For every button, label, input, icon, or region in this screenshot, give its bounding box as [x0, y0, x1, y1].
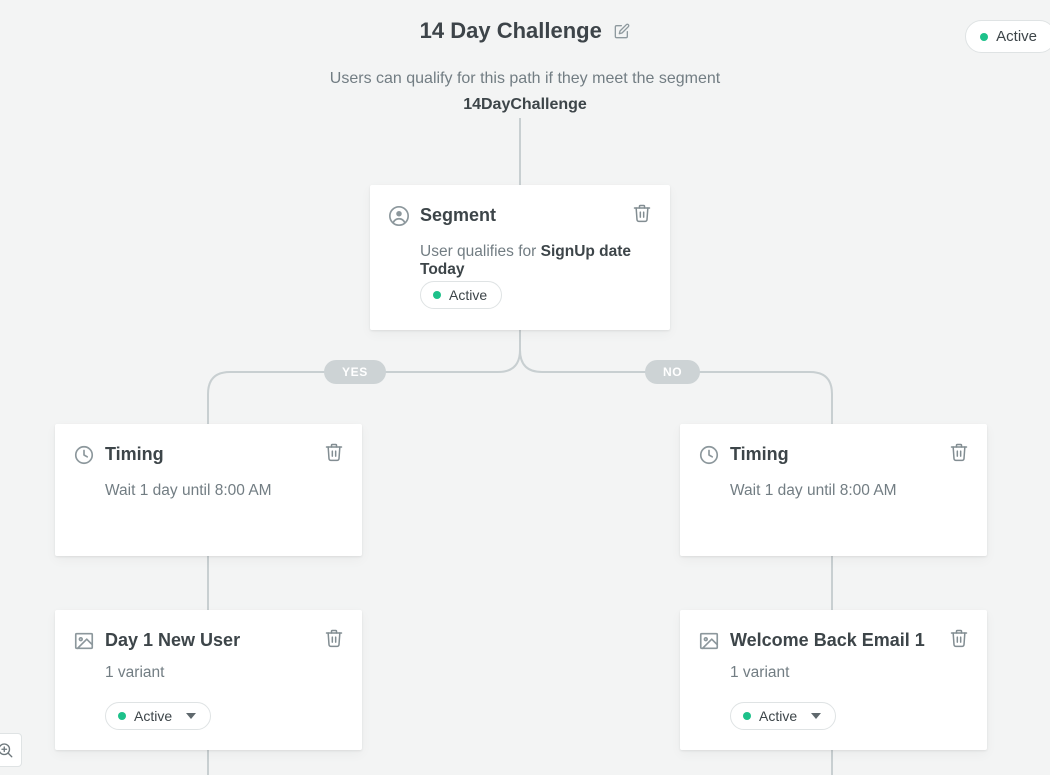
segment-node-description: User qualifies for SignUp date Today: [420, 243, 670, 279]
branch-yes-pill: YES: [324, 360, 386, 384]
delete-email-left-button[interactable]: [324, 628, 344, 648]
zoom-in-button[interactable]: [0, 733, 22, 767]
workflow-status-pill[interactable]: Active: [965, 20, 1050, 53]
email-right-variants: 1 variant: [730, 664, 789, 682]
timing-left-description: Wait 1 day until 8:00 AM: [105, 482, 272, 500]
image-icon: [73, 630, 95, 652]
user-circle-icon: [388, 205, 410, 227]
timing-node-left[interactable]: Timing Wait 1 day until 8:00 AM: [55, 424, 362, 556]
trash-icon: [949, 442, 969, 462]
clock-icon: [73, 444, 95, 466]
edit-title-button[interactable]: [614, 23, 630, 39]
pencil-icon: [614, 23, 630, 39]
timing-node-right[interactable]: Timing Wait 1 day until 8:00 AM: [680, 424, 987, 556]
delete-timing-left-button[interactable]: [324, 442, 344, 462]
caret-down-icon: [811, 711, 821, 721]
subtitle-prefix: Users can qualify for this path if they …: [330, 70, 720, 87]
timing-node-right-title: Timing: [730, 444, 789, 465]
status-dot-icon: [118, 712, 126, 720]
page-title: 14 Day Challenge: [420, 18, 602, 44]
trash-icon: [949, 628, 969, 648]
segment-node[interactable]: Segment User qualifies for SignUp date T…: [370, 185, 670, 330]
email-left-variants: 1 variant: [105, 664, 164, 682]
trash-icon: [632, 203, 652, 223]
delete-email-right-button[interactable]: [949, 628, 969, 648]
email-right-status-chip[interactable]: Active: [730, 702, 836, 730]
segment-node-title: Segment: [420, 205, 496, 226]
caret-down-icon: [186, 711, 196, 721]
email-left-status-chip[interactable]: Active: [105, 702, 211, 730]
delete-segment-button[interactable]: [632, 203, 652, 223]
workflow-status-label: Active: [996, 28, 1037, 45]
timing-right-description: Wait 1 day until 8:00 AM: [730, 482, 897, 500]
zoom-in-icon: [0, 741, 14, 759]
email-node-right[interactable]: Welcome Back Email 1 1 variant Active: [680, 610, 987, 750]
delete-timing-right-button[interactable]: [949, 442, 969, 462]
timing-node-left-title: Timing: [105, 444, 164, 465]
segment-name: 14DayChallenge: [0, 96, 1050, 114]
status-dot-icon: [743, 712, 751, 720]
trash-icon: [324, 628, 344, 648]
clock-icon: [698, 444, 720, 466]
qualification-subtitle: Users can qualify for this path if they …: [0, 70, 1050, 114]
email-left-title: Day 1 New User: [105, 630, 240, 651]
image-icon: [698, 630, 720, 652]
segment-status-chip[interactable]: Active: [420, 281, 502, 309]
trash-icon: [324, 442, 344, 462]
branch-no-pill: NO: [645, 360, 700, 384]
status-dot-icon: [980, 33, 988, 41]
email-right-title: Welcome Back Email 1: [730, 630, 925, 651]
workflow-canvas: 14 Day Challenge Users can qualify for t…: [0, 0, 1050, 775]
email-node-left[interactable]: Day 1 New User 1 variant Active: [55, 610, 362, 750]
status-dot-icon: [433, 291, 441, 299]
